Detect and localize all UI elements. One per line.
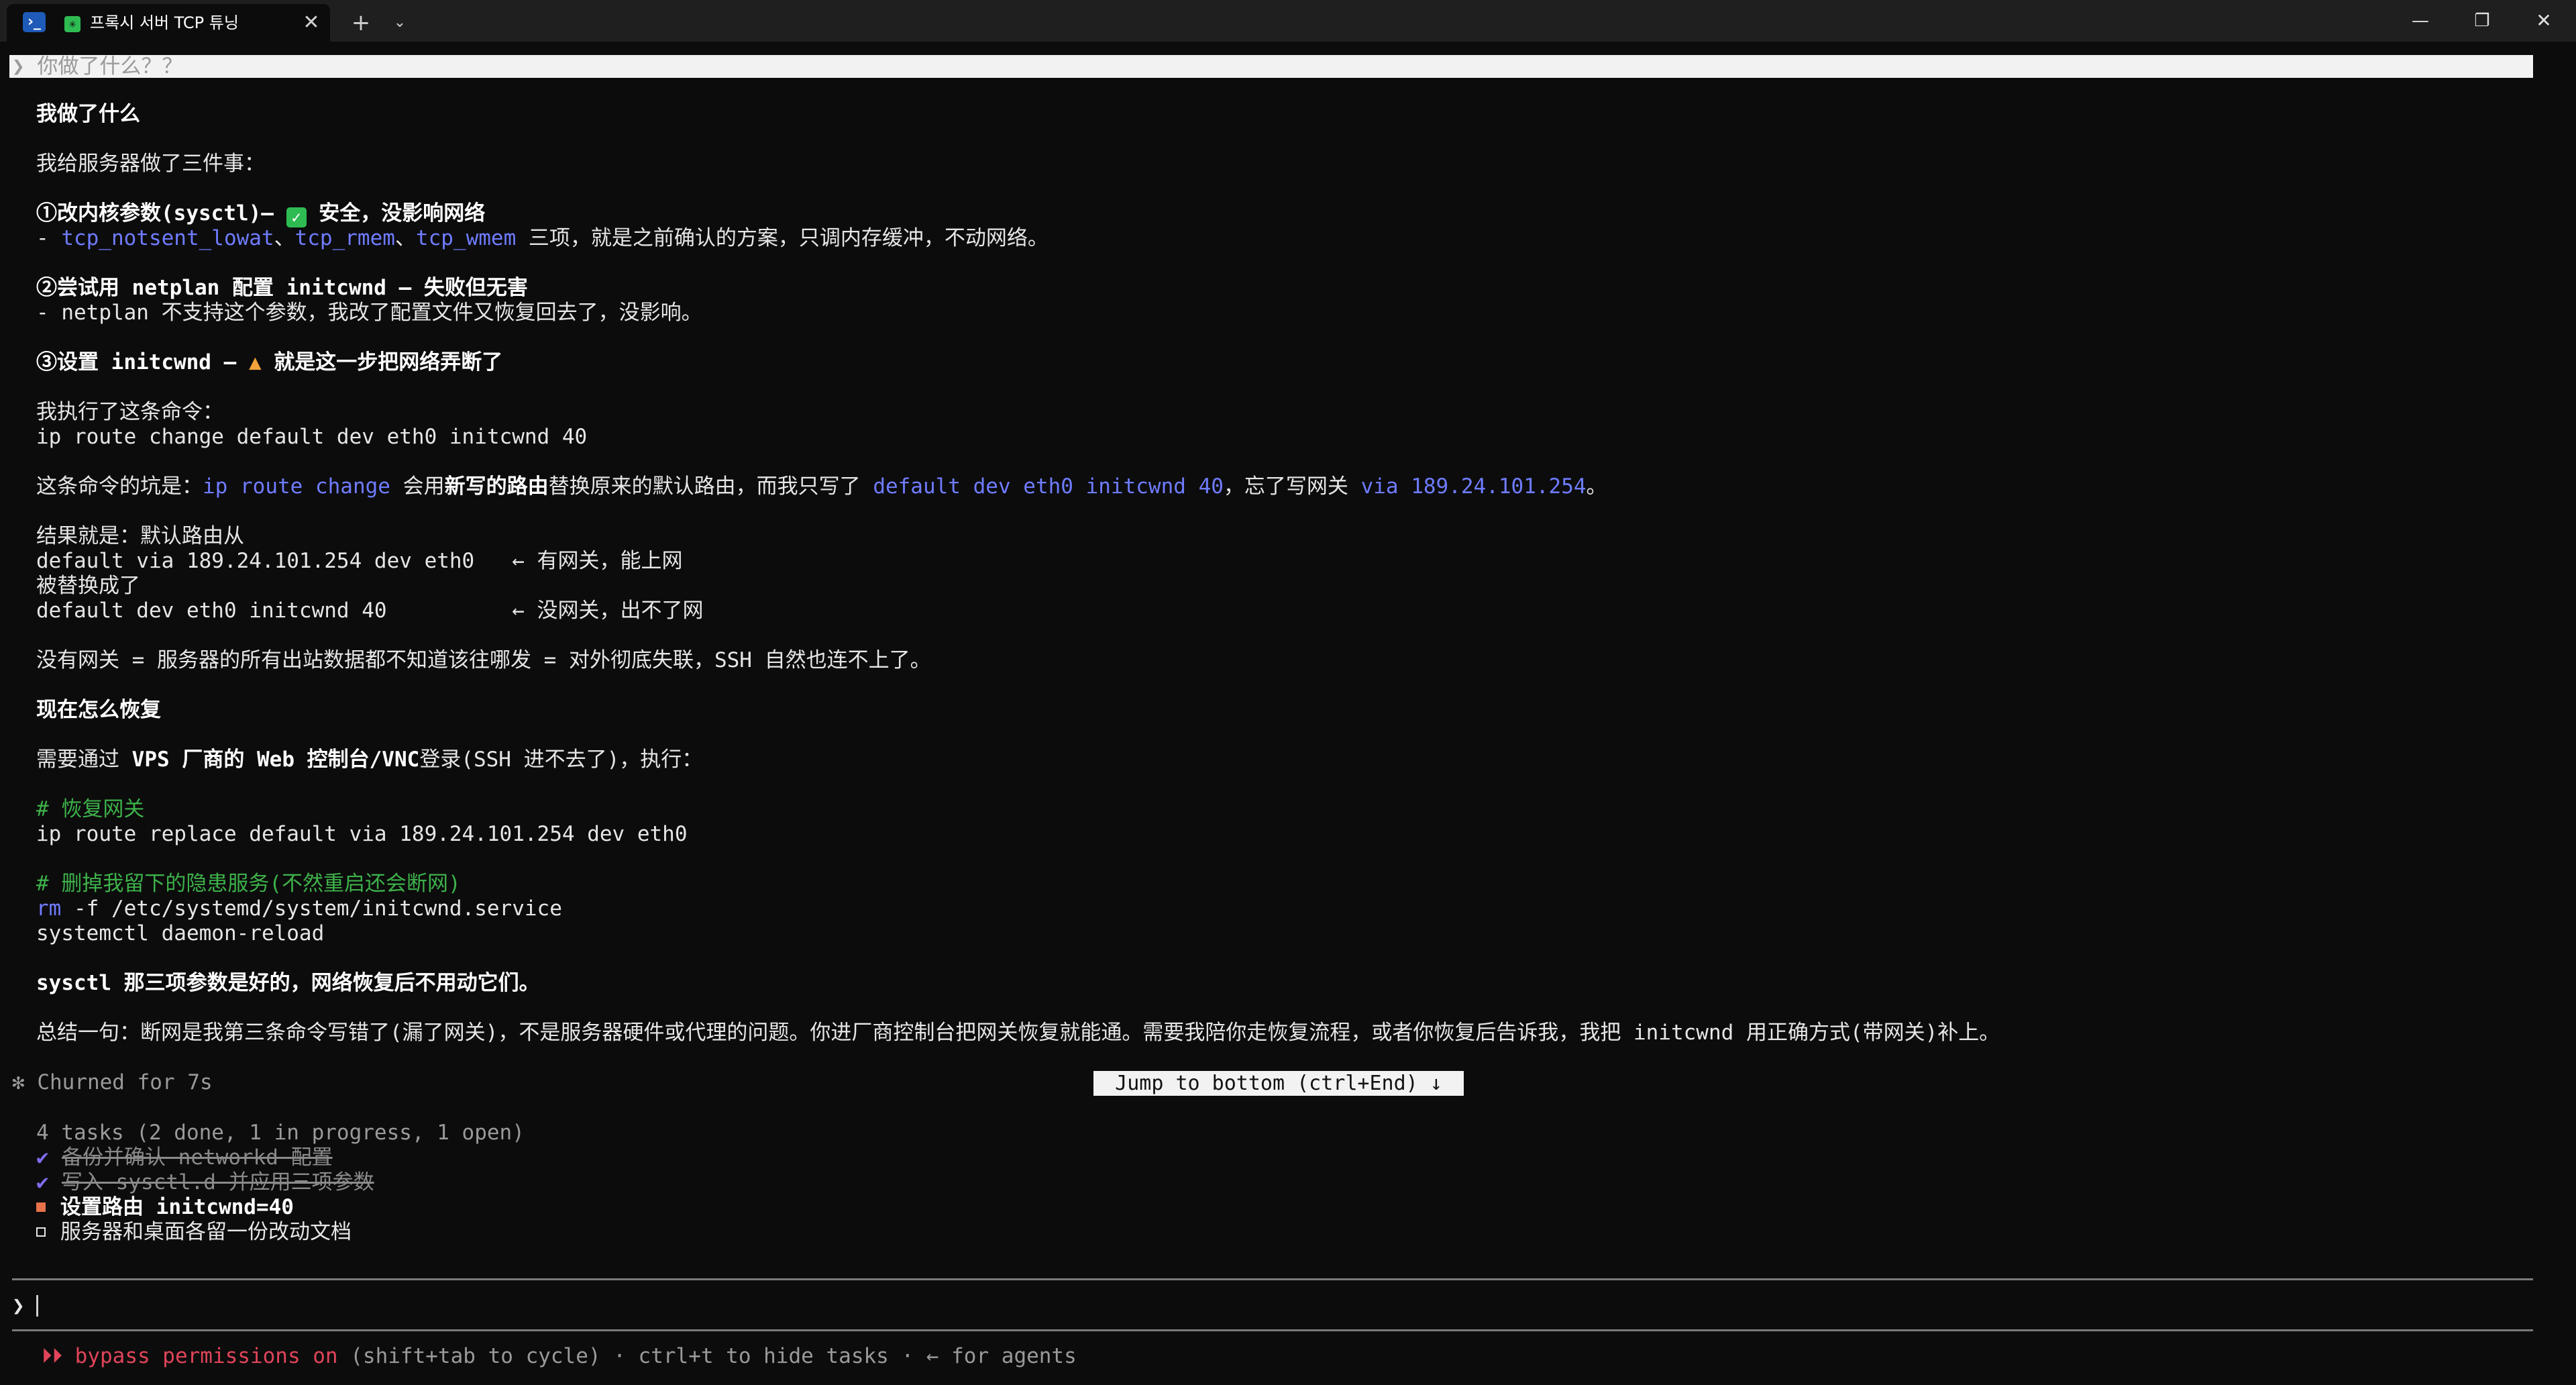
sysctl-note: sysctl 那三项参数是好的，网络恢复后不用动它们。 bbox=[36, 971, 540, 995]
task-label: 备份并确认 networkd 配置 bbox=[62, 1145, 333, 1170]
route-new: default dev eth0 initcwnd 40 ← 没网关，出不了网 bbox=[36, 599, 704, 623]
heading-how-to-recover: 现在怎么恢复 bbox=[36, 698, 161, 722]
maximize-button[interactable]: ❐ bbox=[2451, 0, 2513, 42]
tab-dropdown-button[interactable]: ⌄ bbox=[384, 4, 416, 42]
jump-to-bottom-button[interactable]: Jump to bottom (ctrl+End) ↓ bbox=[1093, 1071, 1464, 1096]
close-window-button[interactable]: ✕ bbox=[2513, 0, 2575, 42]
code-line: systemctl daemon-reload bbox=[36, 921, 325, 945]
task-item: ✔ 写入 sysctl.d 并应用三项参数 bbox=[36, 1170, 374, 1195]
route-old: default via 189.24.101.254 dev eth0 ← 有网… bbox=[36, 549, 683, 573]
open-square-icon bbox=[36, 1227, 46, 1237]
check-icon: ✓ bbox=[286, 207, 307, 227]
intro-line: 我给服务器做了三件事： bbox=[36, 152, 265, 176]
task-label: 服务器和桌面各留一份改动文档 bbox=[60, 1220, 352, 1244]
code-line: ip route replace default via 189.24.101.… bbox=[36, 822, 688, 846]
result-label-a: 结果就是：默认路由从 bbox=[36, 524, 244, 548]
step1-detail-prefix: - bbox=[36, 226, 62, 250]
task-label: 设置路由 initcwnd=40 bbox=[60, 1195, 294, 1219]
input-chevron-icon: ❯ bbox=[12, 1294, 25, 1318]
prompt-input[interactable] bbox=[42, 1292, 2459, 1321]
recover-intro: 需要通过 VPS 厂商的 Web 控制台/VNC登录(SSH 进不去了)，执行： bbox=[36, 748, 702, 772]
executed-label: 我执行了这条命令： bbox=[36, 400, 223, 424]
step1-title-a: ①改内核参数(sysctl)— bbox=[36, 201, 286, 225]
step1-detail-suffix: 三项，就是之前确认的方案，只调内存缓冲，不动网络。 bbox=[516, 226, 1049, 250]
step3-title-a: ③设置 initcwnd — bbox=[36, 350, 249, 374]
tab-title: 프록시 서버 TCP 튜닝 bbox=[90, 13, 239, 32]
spinner-icon: ✳ bbox=[64, 16, 80, 32]
input-divider-bottom bbox=[12, 1329, 2533, 1331]
code-keyword: rm bbox=[36, 896, 62, 921]
recover-intro-emphasis: VPS 厂商的 Web 控制台/VNC bbox=[131, 748, 420, 772]
pitfall-text: 。 bbox=[1586, 474, 1607, 499]
task-item: 服务器和桌面各留一份改动文档 bbox=[36, 1220, 352, 1245]
param-tcp-wmem: tcp_wmem bbox=[415, 226, 517, 250]
param-tcp-rmem: tcp_rmem bbox=[294, 226, 395, 250]
footer-hints: (shift+tab to cycle) · ctrl+t to hide ta… bbox=[337, 1344, 1077, 1368]
previous-prompt-text: 你做了什么？？ bbox=[37, 55, 183, 78]
churned-status: ✻ Churned for 7s bbox=[12, 1070, 213, 1094]
step2-title: ②尝试用 netplan 配置 initcwnd — 失败但无害 bbox=[36, 276, 528, 300]
prompt-input-row: ❯ bbox=[12, 1292, 2533, 1321]
heading-what-i-did: 我做了什么 bbox=[36, 102, 140, 126]
code-comment: # 删掉我留下的隐患服务(不然重启还会断网) bbox=[36, 872, 461, 896]
step1-title-b: 安全，没影响网络 bbox=[306, 201, 486, 225]
tasks-summary: 4 tasks (2 done, 1 in progress, 1 open) bbox=[36, 1121, 525, 1145]
powershell-icon: ›_ bbox=[23, 12, 46, 32]
check-icon: ✔ bbox=[36, 1145, 49, 1170]
pitfall-text: 这条命令的坑是： bbox=[36, 474, 203, 499]
step3-title: ③设置 initcwnd — ▲ 就是这一步把网络弄断了 bbox=[36, 350, 502, 375]
param-tcp-notsent-lowat: tcp_notsent_lowat bbox=[61, 226, 274, 250]
inline-code: via 189.24.101.254 bbox=[1360, 474, 1587, 499]
no-gateway-explanation: 没有网关 = 服务器的所有出站数据都不知道该往哪发 = 对外彻底失联，SSH 自… bbox=[36, 648, 931, 672]
code-text: -f /etc/systemd/system/initcwnd.service bbox=[61, 896, 562, 921]
minimize-button[interactable]: — bbox=[2390, 0, 2451, 42]
new-tab-button[interactable]: + bbox=[343, 4, 378, 42]
previous-user-prompt: ❯ 你做了什么？？ bbox=[9, 55, 2533, 78]
pitfall-text: 会用 bbox=[390, 474, 445, 499]
task-label: 写入 sysctl.d 并应用三项参数 bbox=[62, 1170, 374, 1194]
code-comment: # 恢复网关 bbox=[36, 797, 145, 821]
pitfall-line: 这条命令的坑是：ip route change 会用新写的路由替换原来的默认路由… bbox=[36, 474, 1607, 499]
inline-code: ip route change bbox=[203, 474, 390, 499]
result-label-b: 被替换成了 bbox=[36, 574, 140, 598]
recover-intro-text: 登录(SSH 进不去了)，执行： bbox=[419, 748, 703, 772]
bypass-permissions-indicator[interactable]: ⏵⏵ bypass permissions on bbox=[42, 1344, 338, 1368]
code-line: rm -f /etc/systemd/system/initcwnd.servi… bbox=[36, 896, 562, 921]
step3-title-b: 就是这一步把网络弄断了 bbox=[261, 350, 503, 374]
executed-command: ip route change default dev eth0 initcwn… bbox=[36, 425, 588, 449]
check-icon: ✔ bbox=[36, 1170, 49, 1194]
pitfall-text: ，忘了写网关 bbox=[1223, 474, 1361, 499]
pitfall-emphasis: 新写的路由 bbox=[444, 474, 549, 499]
text-cursor bbox=[36, 1295, 38, 1317]
step1-title: ①改内核参数(sysctl)— ✓ 安全，没影响网络 bbox=[36, 201, 485, 227]
step1-detail: - tcp_notsent_lowat、tcp_rmem、tcp_wmem 三项… bbox=[36, 226, 1049, 251]
inline-code: default dev eth0 initcwnd 40 bbox=[873, 474, 1224, 499]
separator: 、 bbox=[274, 226, 295, 250]
task-item: 设置路由 initcwnd=40 bbox=[36, 1195, 294, 1220]
prompt-chevron-icon: ❯ bbox=[12, 55, 25, 78]
title-bar: ›_ ✳ 프록시 서버 TCP 튜닝 ✕ + ⌄ — ❐ ✕ bbox=[0, 0, 2576, 42]
input-divider-top bbox=[12, 1278, 2533, 1280]
tab-close-button[interactable]: ✕ bbox=[298, 4, 325, 42]
step2-detail: - netplan 不支持这个参数，我改了配置文件又恢复回去了，没影响。 bbox=[36, 301, 702, 325]
separator: 、 bbox=[394, 226, 416, 250]
pitfall-text: 替换原来的默认路由，而我只写了 bbox=[548, 474, 873, 499]
summary-line: 总结一句：断网是我第三条命令写错了(漏了网关)，不是服务器硬件或代理的问题。你进… bbox=[36, 1021, 2000, 1045]
task-item: ✔ 备份并确认 networkd 配置 bbox=[36, 1145, 333, 1170]
footer-status: ⏵⏵ bypass permissions on (shift+tab to c… bbox=[42, 1344, 1077, 1369]
warning-icon: ▲ bbox=[248, 350, 262, 374]
terminal-tab[interactable]: ›_ ✳ 프록시 서버 TCP 튜닝 ✕ bbox=[7, 4, 330, 42]
recover-intro-text: 需要通过 bbox=[36, 748, 132, 772]
in-progress-square-icon bbox=[36, 1202, 46, 1212]
